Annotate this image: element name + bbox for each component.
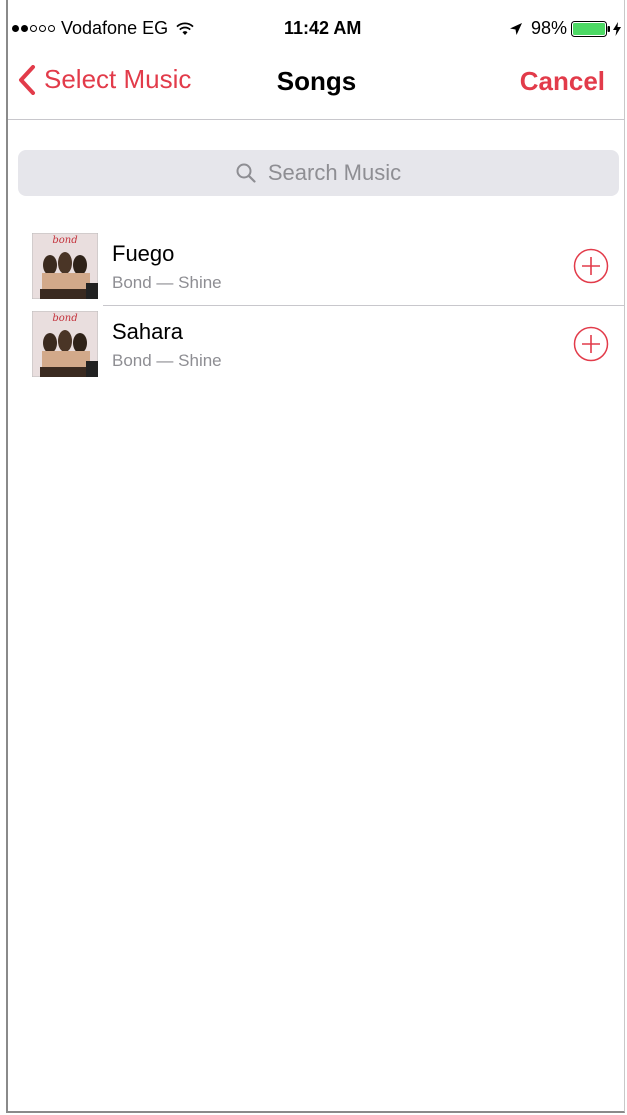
status-left: Vodafone EG: [12, 18, 194, 39]
search-placeholder: Search Music: [267, 160, 402, 185]
signal-dot: [21, 25, 28, 32]
song-subtitle: Bond — Shine: [112, 351, 222, 370]
wifi-icon: [176, 22, 194, 35]
search-icon: [236, 163, 256, 183]
signal-dot: [48, 25, 55, 32]
status-time: 11:42 AM: [284, 18, 362, 38]
list-item[interactable]: bond Sahara Bond — Shine: [8, 306, 625, 384]
artwork-logo: bond: [52, 235, 77, 246]
signal-dot: [30, 25, 37, 32]
song-title: Fuego: [112, 241, 175, 266]
battery-icon: [571, 20, 610, 37]
signal-dot: [39, 25, 46, 32]
battery-percentage: 98%: [530, 18, 567, 38]
status-right: 98%: [509, 18, 621, 39]
song-subtitle: Bond — Shine: [112, 273, 222, 292]
signal-strength-icon: [12, 25, 57, 32]
plus-circle-icon[interactable]: [573, 248, 609, 284]
location-icon: [509, 22, 522, 35]
navigation-bar: Select Music Songs Cancel: [8, 42, 625, 120]
signal-dot: [12, 25, 19, 32]
song-list: bond Fuego Bond — Shine bond Sahara Bond…: [8, 228, 625, 384]
song-title: Sahara: [112, 319, 183, 344]
carrier-name: Vodafone EG: [61, 18, 169, 38]
bolt-icon: [613, 21, 621, 36]
plus-circle-icon[interactable]: [573, 326, 609, 362]
artwork-logo: bond: [52, 313, 77, 324]
list-item[interactable]: bond Fuego Bond — Shine: [8, 228, 625, 306]
status-bar: Vodafone EG 11:42 AM 98%: [8, 0, 625, 42]
cancel-button[interactable]: Cancel: [520, 66, 605, 97]
album-artwork: bond: [32, 233, 98, 299]
album-artwork: bond: [32, 311, 98, 377]
search-input[interactable]: Search Music: [18, 150, 619, 196]
